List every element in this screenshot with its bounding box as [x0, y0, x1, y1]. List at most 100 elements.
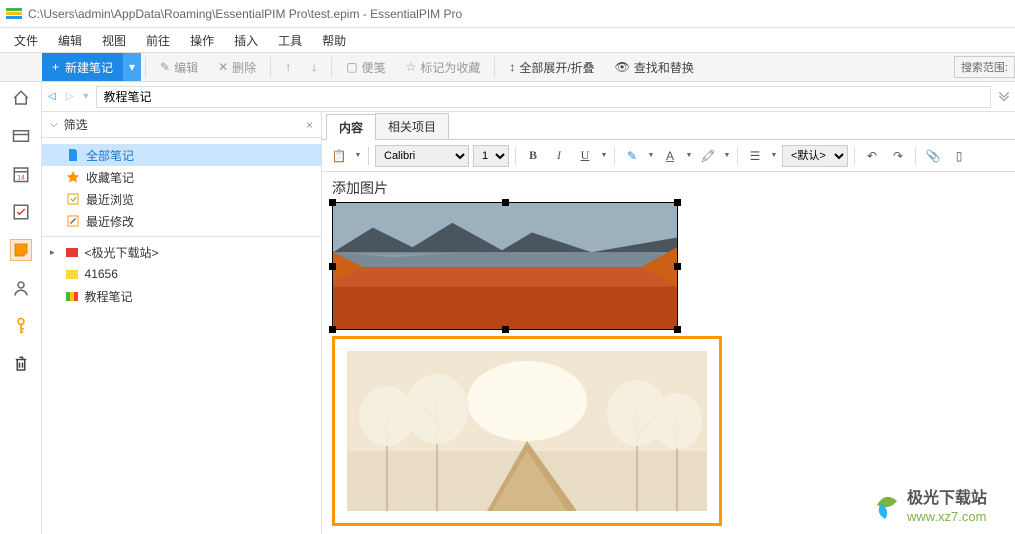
second-image-frame[interactable] [332, 336, 722, 526]
resize-handle[interactable] [502, 199, 509, 206]
svg-text:极光下载站: 极光下载站 [907, 488, 987, 507]
favorite-button[interactable]: ☆标记为收藏 [396, 53, 491, 81]
breadcrumb-input[interactable] [96, 86, 991, 108]
font-color-button[interactable]: A [659, 145, 681, 167]
title-bar: C:\Users\admin\AppData\Roaming\Essential… [0, 0, 1015, 28]
resize-handle[interactable] [329, 263, 336, 270]
tag-button[interactable]: ▯ [948, 145, 970, 167]
list-dropdown[interactable]: ▼ [770, 152, 778, 159]
tab-related[interactable]: 相关项目 [375, 113, 449, 139]
new-note-dropdown[interactable]: ▾ [123, 53, 141, 81]
resize-handle[interactable] [329, 199, 336, 206]
move-up-button[interactable]: ↑ [275, 53, 301, 81]
bullet-list-button[interactable]: ☰ [744, 145, 766, 167]
recent-view-icon [66, 192, 80, 206]
memo-icon: ▢ [346, 60, 357, 74]
font-size-select[interactable]: 11 [473, 145, 509, 167]
edit-button[interactable]: ✎编辑 [150, 53, 208, 81]
folder-icon [65, 245, 79, 259]
redo-button[interactable]: ↷ [887, 145, 909, 167]
find-replace-button[interactable]: 👁查找和替换 [605, 53, 704, 81]
svg-text:14: 14 [17, 174, 25, 181]
app-logo-icon [6, 8, 22, 20]
pencil-icon: ✎ [160, 60, 170, 74]
paragraph-style-select[interactable]: <默认> [782, 145, 848, 167]
highlight-dropdown[interactable]: ▼ [647, 152, 655, 159]
home-icon[interactable] [11, 88, 31, 108]
bg-color-button[interactable]: 🖍 [697, 145, 719, 167]
resize-handle[interactable] [674, 326, 681, 333]
module-sidebar: 14 [0, 82, 42, 534]
tasks-icon[interactable] [11, 202, 31, 222]
memo-button[interactable]: ▢便笺 [336, 53, 395, 81]
tree-item-recent-view[interactable]: 最近浏览 [42, 188, 321, 210]
tree-root-41656[interactable]: ▸ 41656 [42, 263, 321, 285]
svg-text:www.xz7.com: www.xz7.com [906, 509, 986, 524]
new-note-label: 新建笔记 [65, 59, 113, 76]
expand-panel-icon[interactable] [997, 90, 1011, 104]
trash-icon[interactable] [11, 354, 31, 374]
delete-button[interactable]: ✕删除 [208, 53, 266, 81]
tree-item-all-notes[interactable]: 全部笔记 [42, 144, 321, 166]
menu-file[interactable]: 文件 [6, 30, 46, 51]
nav-dropdown-button[interactable]: ▾ [81, 89, 90, 104]
bold-button[interactable]: B [522, 145, 544, 167]
menu-edit[interactable]: 编辑 [50, 30, 90, 51]
highlight-button[interactable]: ✎ [621, 145, 643, 167]
folder-icon [65, 289, 79, 303]
undo-button[interactable]: ↶ [861, 145, 883, 167]
tree-item-recent-edit[interactable]: 最近修改 [42, 210, 321, 232]
underline-button[interactable]: U [574, 145, 596, 167]
x-icon: ✕ [218, 60, 228, 74]
resize-handle[interactable] [674, 263, 681, 270]
close-filter-icon[interactable]: × [306, 118, 313, 132]
bg-color-dropdown[interactable]: ▼ [723, 152, 731, 159]
menu-tools[interactable]: 工具 [270, 30, 310, 51]
tree-root-tutorial[interactable]: ▸ 教程笔记 [42, 285, 321, 307]
filter-label: 筛选 [64, 116, 88, 133]
tree-item-favorites[interactable]: 收藏笔记 [42, 166, 321, 188]
chevron-down-icon: ⌵ [50, 119, 58, 130]
notes-icon[interactable] [11, 240, 31, 260]
tab-content[interactable]: 内容 [326, 114, 376, 140]
paste-dropdown[interactable]: ▼ [354, 152, 362, 159]
menu-goto[interactable]: 前往 [138, 30, 178, 51]
resize-handle[interactable] [329, 326, 336, 333]
menu-help[interactable]: 帮助 [314, 30, 354, 51]
paste-button[interactable]: 📋 [328, 145, 350, 167]
note-editor-panel: 内容 相关项目 📋▼ Calibri 11 B I U ▼ ✎▼ A▼ � [322, 112, 1015, 534]
nav-forward-button[interactable]: ▷ [64, 89, 76, 104]
passwords-icon[interactable] [11, 316, 31, 336]
attachment-button[interactable]: 📎 [922, 145, 944, 167]
underline-dropdown[interactable]: ▼ [600, 152, 608, 159]
main-toolbar: + 新建笔记 ▾ ✎编辑 ✕删除 ↑ ↓ ▢便笺 ☆标记为收藏 ↕全部展开/折叠… [0, 52, 1015, 82]
italic-button[interactable]: I [548, 145, 570, 167]
expand-icon: ↕ [509, 60, 515, 74]
expand-collapse-button[interactable]: ↕全部展开/折叠 [499, 53, 604, 81]
menu-view[interactable]: 视图 [94, 30, 134, 51]
menu-action[interactable]: 操作 [182, 30, 222, 51]
resize-handle[interactable] [502, 326, 509, 333]
new-note-button[interactable]: + 新建笔记 [42, 53, 123, 81]
editor-content[interactable]: 添加图片 [322, 172, 1015, 534]
search-scope-input[interactable]: 搜索范围: [954, 56, 1015, 78]
menu-insert[interactable]: 插入 [226, 30, 266, 51]
today-icon[interactable] [11, 126, 31, 146]
recent-edit-icon [66, 214, 80, 228]
folder-icon [65, 267, 79, 281]
breadcrumb-bar: ◁ ▷ ▾ [42, 82, 1015, 112]
note-heading: 添加图片 [332, 178, 1005, 198]
star-icon: ☆ [406, 60, 417, 74]
tree-root-jiguang[interactable]: ▸ <极光下载站> [42, 241, 321, 263]
star-icon [66, 170, 80, 184]
contacts-icon[interactable] [11, 278, 31, 298]
menu-bar: 文件 编辑 视图 前往 操作 插入 工具 帮助 [0, 28, 1015, 52]
filter-header[interactable]: ⌵ 筛选 × [42, 112, 321, 138]
nav-back-button[interactable]: ◁ [46, 89, 58, 104]
font-family-select[interactable]: Calibri [375, 145, 469, 167]
font-color-dropdown[interactable]: ▼ [685, 152, 693, 159]
calendar-icon[interactable]: 14 [11, 164, 31, 184]
selected-image[interactable] [332, 202, 678, 330]
resize-handle[interactable] [674, 199, 681, 206]
move-down-button[interactable]: ↓ [301, 53, 327, 81]
